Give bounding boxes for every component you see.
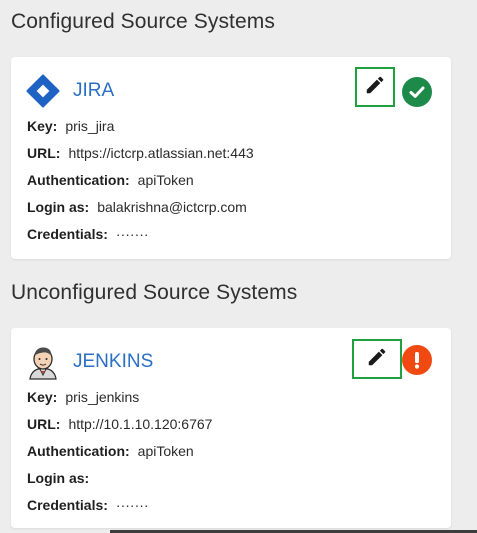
jira-edit-button[interactable] (355, 67, 395, 107)
field-label: URL: (27, 415, 61, 432)
jira-logo-icon (25, 73, 61, 109)
jira-url-row: URL: https://ictcrp.atlassian.net:443 (27, 139, 254, 166)
jenkins-login-row: Login as: (27, 464, 212, 491)
field-value: https://ictcrp.atlassian.net:443 (68, 144, 254, 161)
field-label: Authentication: (27, 171, 130, 188)
field-value: apiToken (137, 442, 194, 459)
jenkins-edit-button[interactable] (352, 339, 402, 379)
jenkins-authentication-row: Authentication: apiToken (27, 437, 212, 464)
field-label: Key: (27, 117, 58, 134)
field-value: pris_jenkins (65, 388, 140, 405)
jira-authentication-row: Authentication: apiToken (27, 166, 254, 193)
jenkins-card-header: JENKINS (25, 344, 153, 380)
check-circle-icon (402, 77, 432, 107)
exclamation-circle-icon (402, 345, 432, 375)
jenkins-source-card: JENKINS Key: pris_jenkins URL: http://10… (11, 328, 451, 528)
unconfigured-section-title: Unconfigured Source Systems (11, 281, 298, 304)
field-label: Key: (27, 388, 58, 405)
pencil-icon (366, 346, 388, 373)
jenkins-key-row: Key: pris_jenkins (27, 383, 212, 410)
field-value: apiToken (137, 171, 194, 188)
jira-field-list: Key: pris_jira URL: https://ictcrp.atlas… (27, 112, 254, 247)
configured-section-title: Configured Source Systems (11, 10, 275, 33)
field-label: Login as: (27, 469, 90, 486)
field-value: ······· (115, 225, 149, 242)
jenkins-name-link[interactable]: JENKINS (73, 351, 153, 373)
jira-card-header: JIRA (25, 73, 114, 109)
field-label: Login as: (27, 198, 90, 215)
jira-key-row: Key: pris_jira (27, 112, 254, 139)
jenkins-url-row: URL: http://10.1.10.120:6767 (27, 410, 212, 437)
field-value: http://10.1.10.120:6767 (68, 415, 213, 432)
field-label: Authentication: (27, 442, 130, 459)
pencil-icon (364, 74, 386, 101)
jira-login-row: Login as: balakrishna@ictcrp.com (27, 193, 254, 220)
source-systems-page: Configured Source Systems JIRA Key: pris… (0, 0, 477, 533)
field-value: pris_jira (65, 117, 115, 134)
field-label: Credentials: (27, 496, 108, 513)
jenkins-field-list: Key: pris_jenkins URL: http://10.1.10.12… (27, 383, 212, 518)
field-value: balakrishna@ictcrp.com (97, 198, 247, 215)
jenkins-credentials-row: Credentials: ······· (27, 491, 212, 518)
jira-source-card: JIRA Key: pris_jira URL: https://ictcrp.… (11, 57, 451, 259)
jira-credentials-row: Credentials: ······· (27, 220, 254, 247)
jira-name-link[interactable]: JIRA (73, 80, 114, 102)
jenkins-logo-icon (25, 344, 61, 380)
field-label: Credentials: (27, 225, 108, 242)
field-label: URL: (27, 144, 61, 161)
field-value: ······· (115, 496, 149, 513)
